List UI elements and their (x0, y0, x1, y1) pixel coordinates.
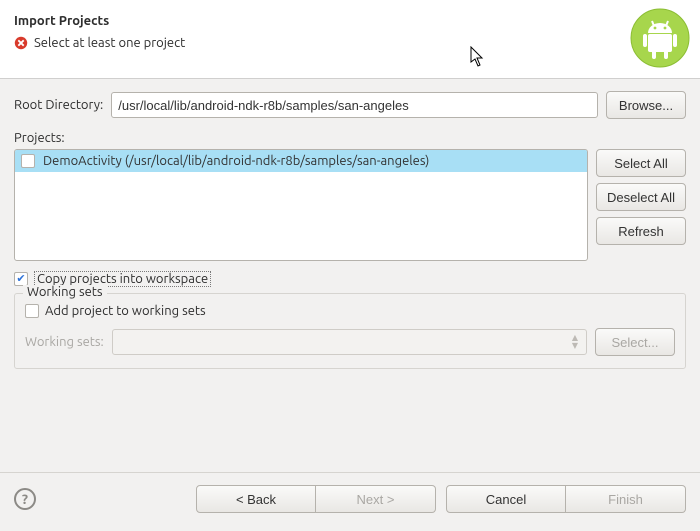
error-icon (14, 36, 28, 50)
help-icon[interactable]: ? (14, 488, 36, 510)
page-title: Import Projects (14, 14, 686, 28)
list-item[interactable]: DemoActivity (/usr/local/lib/android-ndk… (15, 150, 587, 172)
root-dir-field[interactable] (111, 92, 598, 118)
copy-projects-checkbox[interactable]: ✔ (14, 272, 28, 286)
projects-list[interactable]: DemoActivity (/usr/local/lib/android-ndk… (14, 149, 588, 261)
browse-button[interactable]: Browse... (606, 91, 686, 119)
working-sets-combo: ▲▼ (112, 329, 587, 355)
projects-label: Projects: (14, 131, 686, 145)
deselect-all-button[interactable]: Deselect All (596, 183, 686, 211)
root-dir-label: Root Directory: (14, 98, 103, 112)
add-to-working-sets-checkbox[interactable] (25, 304, 39, 318)
select-all-button[interactable]: Select All (596, 149, 686, 177)
cancel-button[interactable]: Cancel (446, 485, 566, 513)
working-sets-combo-label: Working sets: (25, 335, 104, 349)
error-text: Select at least one project (34, 36, 185, 50)
finish-button: Finish (566, 485, 686, 513)
back-button[interactable]: < Back (196, 485, 316, 513)
working-sets-group: Working sets Add project to working sets… (14, 293, 686, 369)
project-checkbox[interactable] (21, 154, 35, 168)
add-to-working-sets-label: Add project to working sets (45, 304, 206, 318)
wizard-header: Import Projects Select at least one proj… (0, 0, 700, 78)
refresh-button[interactable]: Refresh (596, 217, 686, 245)
project-label: DemoActivity (/usr/local/lib/android-ndk… (43, 154, 429, 168)
working-sets-title: Working sets (23, 285, 107, 299)
next-button: Next > (316, 485, 436, 513)
android-icon (630, 8, 690, 68)
combo-stepper-icon: ▲▼ (568, 332, 582, 352)
select-working-sets-button: Select... (595, 328, 675, 356)
